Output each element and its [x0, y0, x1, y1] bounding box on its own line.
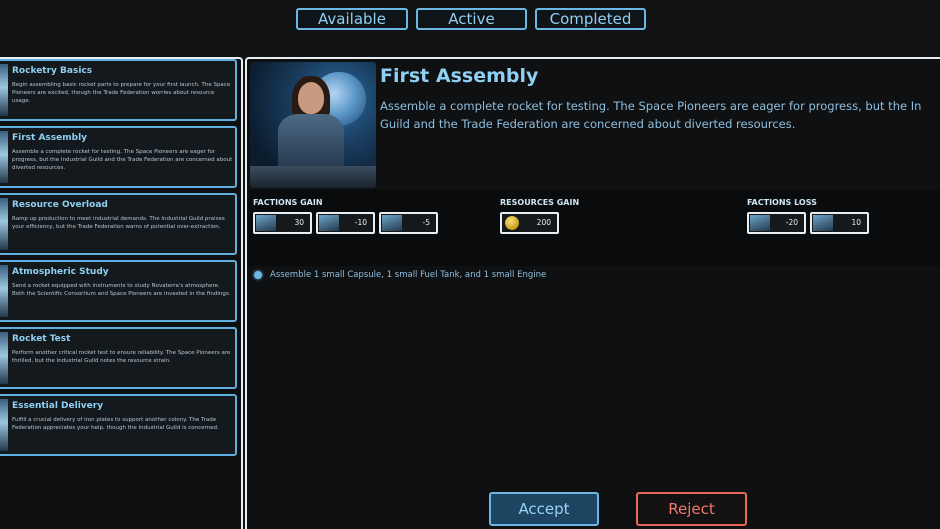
faction-gain-chip: 30	[253, 212, 312, 234]
factions-loss-label: FACTIONS LOSS	[747, 198, 817, 207]
mission-title: Rocketry Basics	[12, 66, 93, 76]
faction-icon	[813, 215, 833, 231]
mission-thumbnail	[0, 198, 8, 250]
mission-title: Resource Overload	[12, 200, 108, 210]
mission-portrait	[250, 62, 376, 188]
mission-card-atmospheric-study[interactable]: Atmospheric Study Send a rocket equipped…	[0, 260, 237, 322]
accept-button[interactable]: Accept	[489, 492, 599, 526]
mission-thumbnail	[0, 332, 8, 384]
mission-thumbnail	[0, 399, 8, 451]
faction-icon	[750, 215, 770, 231]
objective-text: Assemble 1 small Capsule, 1 small Fuel T…	[270, 270, 547, 280]
mission-title: Rocket Test	[12, 334, 71, 344]
mission-card-first-assembly[interactable]: First Assembly Assemble a complete rocke…	[0, 126, 237, 188]
mission-card-rocket-test[interactable]: Rocket Test Perform another critical roc…	[0, 327, 237, 389]
mission-list: Rocketry Basics Begin assembling basic r…	[0, 57, 243, 529]
tab-completed[interactable]: Completed	[535, 8, 646, 30]
mission-description: Perform another critical rocket test to …	[12, 350, 231, 364]
mission-title: Essential Delivery	[12, 401, 104, 411]
mission-description: Assemble a complete rocket for testing. …	[12, 149, 233, 171]
mission-description: Begin assembling basic rocket parts to p…	[12, 82, 231, 104]
mission-description: Send a rocket equipped with instruments …	[12, 283, 231, 297]
resources-gain-label: RESOURCES GAIN	[500, 198, 580, 207]
tab-active[interactable]: Active	[416, 8, 527, 30]
coin-icon	[505, 216, 519, 230]
faction-loss-chip: 10	[810, 212, 869, 234]
resources-gain-group: RESOURCES GAIN 200	[500, 198, 579, 234]
mission-detail-description: Assemble a complete rocket for testing. …	[380, 99, 922, 131]
resource-gain-chip: 200	[500, 212, 559, 234]
mission-title: Atmospheric Study	[12, 267, 109, 277]
tab-available[interactable]: Available	[296, 8, 408, 30]
mission-detail-title: First Assembly	[380, 65, 539, 87]
objective-item: Assemble 1 small Capsule, 1 small Fuel T…	[254, 270, 546, 280]
mission-detail-panel: First Assembly Assemble a complete rocke…	[245, 57, 940, 529]
mission-thumbnail	[0, 64, 8, 116]
mission-card-resource-overload[interactable]: Resource Overload Ramp up production to …	[0, 193, 237, 255]
mission-thumbnail	[0, 265, 8, 317]
faction-icon	[319, 215, 339, 231]
faction-icon	[382, 215, 402, 231]
reject-button[interactable]: Reject	[636, 492, 747, 526]
mission-card-essential-delivery[interactable]: Essential Delivery Fulfill a crucial del…	[0, 394, 237, 456]
factions-gain-group: FACTIONS GAIN 30 -10 -5	[253, 198, 438, 234]
mission-card-rocketry-basics[interactable]: Rocketry Basics Begin assembling basic r…	[0, 59, 237, 121]
faction-gain-chip: -10	[316, 212, 375, 234]
factions-loss-group: FACTIONS LOSS -20 10	[747, 198, 869, 234]
faction-gain-chip: -5	[379, 212, 438, 234]
mission-description: Ramp up production to meet industrial de…	[12, 216, 225, 230]
mission-title: First Assembly	[12, 133, 88, 143]
mission-description: Fulfill a crucial delivery of iron plate…	[12, 417, 219, 431]
bullet-icon	[254, 271, 262, 279]
factions-gain-label: FACTIONS GAIN	[253, 198, 323, 207]
faction-icon	[256, 215, 276, 231]
faction-loss-chip: -20	[747, 212, 806, 234]
mission-tabs: Available Active Completed	[296, 8, 646, 30]
rewards-bar: FACTIONS GAIN 30 -10 -5 RESOURCES GAIN 2…	[247, 190, 940, 266]
mission-thumbnail	[0, 131, 8, 183]
